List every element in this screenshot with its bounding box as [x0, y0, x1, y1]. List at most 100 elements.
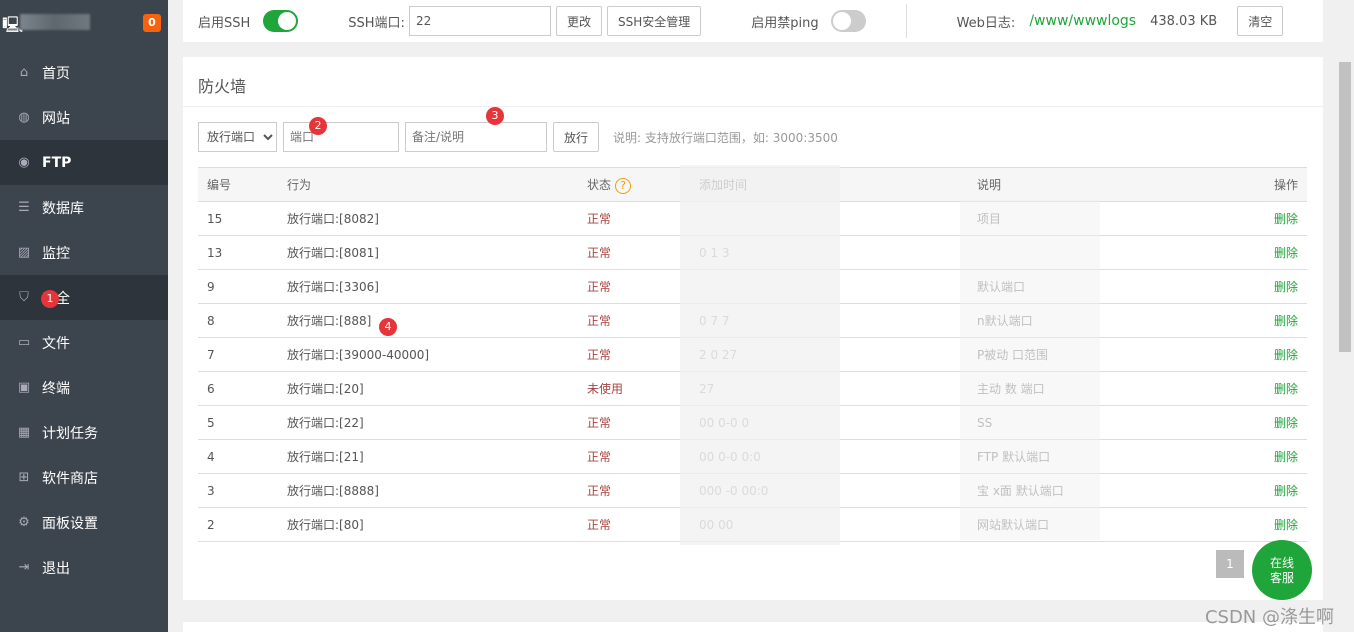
rule-id: 5: [198, 405, 278, 440]
ssh-port-label: SSH端口:: [348, 15, 405, 31]
rule-id: 8: [198, 303, 278, 338]
delete-button[interactable]: 删除: [1203, 201, 1307, 236]
col-op: 操作: [1203, 167, 1307, 202]
rule-id: 2: [198, 507, 278, 542]
sidebar-item-label: FTP: [42, 154, 72, 171]
terminal-icon: ▣: [17, 380, 31, 395]
delete-button[interactable]: 删除: [1203, 269, 1307, 304]
sidebar-item-3[interactable]: ☰ 数据库: [0, 185, 168, 230]
delete-button[interactable]: 删除: [1203, 405, 1307, 440]
online-support-button[interactable]: 在线 客服: [1252, 540, 1312, 600]
clear-log-button[interactable]: 清空: [1237, 6, 1284, 36]
ssh-manage-button[interactable]: SSH安全管理: [606, 6, 702, 36]
rule-id: 3: [198, 473, 278, 508]
delete-button[interactable]: 删除: [1203, 371, 1307, 406]
divider: [905, 4, 907, 38]
sidebar-item-1[interactable]: ◍ 网站: [0, 95, 168, 140]
delete-button[interactable]: 删除: [1203, 303, 1307, 338]
sidebar-item-label: 网站: [42, 110, 70, 127]
rule-type-select[interactable]: 放行端口: [198, 122, 277, 152]
sidebar-item-label: 数据库: [42, 200, 84, 217]
col-status: 状态?: [578, 167, 690, 202]
rule-action: 放行端口:[8082]: [278, 201, 578, 236]
sidebar-item-7[interactable]: ▣ 终端: [0, 365, 168, 410]
port-input[interactable]: [283, 122, 399, 152]
sidebar-item-label: 退出: [42, 560, 70, 577]
sidebar-item-label: 终端: [42, 380, 70, 397]
delete-button[interactable]: 删除: [1203, 473, 1307, 508]
weblog-path-link[interactable]: /www/wwwlogs: [1029, 13, 1136, 29]
rule-status: 正常: [578, 303, 690, 338]
rule-action: 放行端口:[888]: [278, 303, 578, 338]
rule-action: 放行端口:[80]: [278, 507, 578, 542]
ping-label: 启用禁ping: [751, 15, 819, 31]
step-marker-2: 2: [309, 117, 327, 135]
sidebar-item-2[interactable]: ◉ FTP: [0, 140, 168, 185]
sidebar-item-10[interactable]: ⚙ 面板设置: [0, 500, 168, 545]
sidebar-item-label: 计划任务: [42, 425, 98, 442]
weblog-size: 438.03 KB: [1150, 13, 1218, 29]
rule-action: 放行端口:[20]: [278, 371, 578, 406]
notification-badge[interactable]: 0: [143, 14, 161, 32]
sidebar-item-5[interactable]: ⛉安全: [0, 275, 168, 320]
scrollbar-thumb[interactable]: [1339, 62, 1351, 352]
grid-icon: ⊞: [18, 470, 30, 485]
sidebar-item-0[interactable]: ⌂ 首页: [0, 50, 168, 95]
weblog-label: Web日志:: [956, 15, 1016, 31]
sidebar-item-label: 监控: [42, 245, 70, 262]
rule-status: 正常: [578, 405, 690, 440]
server-name-redacted: [20, 14, 90, 30]
rule-id: 7: [198, 337, 278, 372]
gear-icon: ⚙: [18, 515, 30, 530]
page-1-button[interactable]: 1: [1216, 550, 1244, 578]
delete-button[interactable]: 删除: [1203, 507, 1307, 542]
sidebar-item-8[interactable]: ▦ 计划任务: [0, 410, 168, 455]
ftp-icon: ◉: [18, 155, 30, 170]
globe-icon: ◍: [18, 110, 30, 125]
delete-button[interactable]: 删除: [1203, 235, 1307, 270]
note-input[interactable]: [405, 122, 547, 152]
allow-button[interactable]: 放行: [553, 122, 600, 152]
help-icon[interactable]: ?: [615, 177, 632, 194]
step-marker-1: 1: [41, 290, 59, 308]
sidebar-item-11[interactable]: ⇥ 退出: [0, 545, 168, 590]
sidebar-item-label: 文件: [42, 335, 70, 352]
next-panel: [183, 622, 1323, 632]
rule-id: 4: [198, 439, 278, 474]
rule-status: 正常: [578, 439, 690, 474]
home-icon: ⌂: [19, 65, 29, 80]
ssh-port-input[interactable]: [408, 6, 551, 36]
scrollbar[interactable]: [1336, 0, 1354, 632]
redaction-overlay: [960, 200, 1100, 540]
redaction-overlay: [680, 165, 840, 545]
step-marker-4: 4: [379, 318, 397, 336]
calendar-icon: ▦: [17, 425, 31, 440]
rule-action: 放行端口:[39000-40000]: [278, 337, 578, 372]
delete-button[interactable]: 删除: [1203, 439, 1307, 474]
delete-button[interactable]: 删除: [1203, 337, 1307, 372]
sidebar-item-4[interactable]: ▨ 监控: [0, 230, 168, 275]
monitor-icon: ▨: [17, 245, 31, 260]
ssh-toggle[interactable]: [263, 10, 299, 32]
server-header: 🖳 0: [0, 0, 168, 50]
panel-title: 防火墙: [183, 57, 1323, 107]
rule-status: 正常: [578, 201, 690, 236]
ping-toggle[interactable]: [830, 10, 866, 32]
step-marker-3: 3: [486, 107, 504, 125]
col-desc: 说明: [968, 167, 1204, 202]
rule-action: 放行端口:[8888]: [278, 473, 578, 508]
sidebar-item-9[interactable]: ⊞ 软件商店: [0, 455, 168, 500]
rule-action: 放行端口:[22]: [278, 405, 578, 440]
rule-id: 15: [198, 201, 278, 236]
rule-status: 正常: [578, 269, 690, 304]
col-action: 行为: [278, 167, 578, 202]
watermark: CSDN @涤生啊: [1204, 607, 1334, 628]
rule-action: 放行端口:[21]: [278, 439, 578, 474]
rule-action: 放行端口:[3306]: [278, 269, 578, 304]
sidebar: 🖳 0 ⌂ 首页 ◍ 网站 ◉ FTP ☰ 数据库 ▨ 监控 ⛉安全 ▭ 文件 ▣ 终端 ▦ 计划任务 ⊞ 软件商店…: [0, 0, 168, 632]
folder-icon: ▭: [17, 335, 31, 350]
rule-id: 9: [198, 269, 278, 304]
change-port-button[interactable]: 更改: [555, 6, 602, 36]
sidebar-item-6[interactable]: ▭ 文件: [0, 320, 168, 365]
logout-icon: ⇥: [18, 560, 30, 575]
